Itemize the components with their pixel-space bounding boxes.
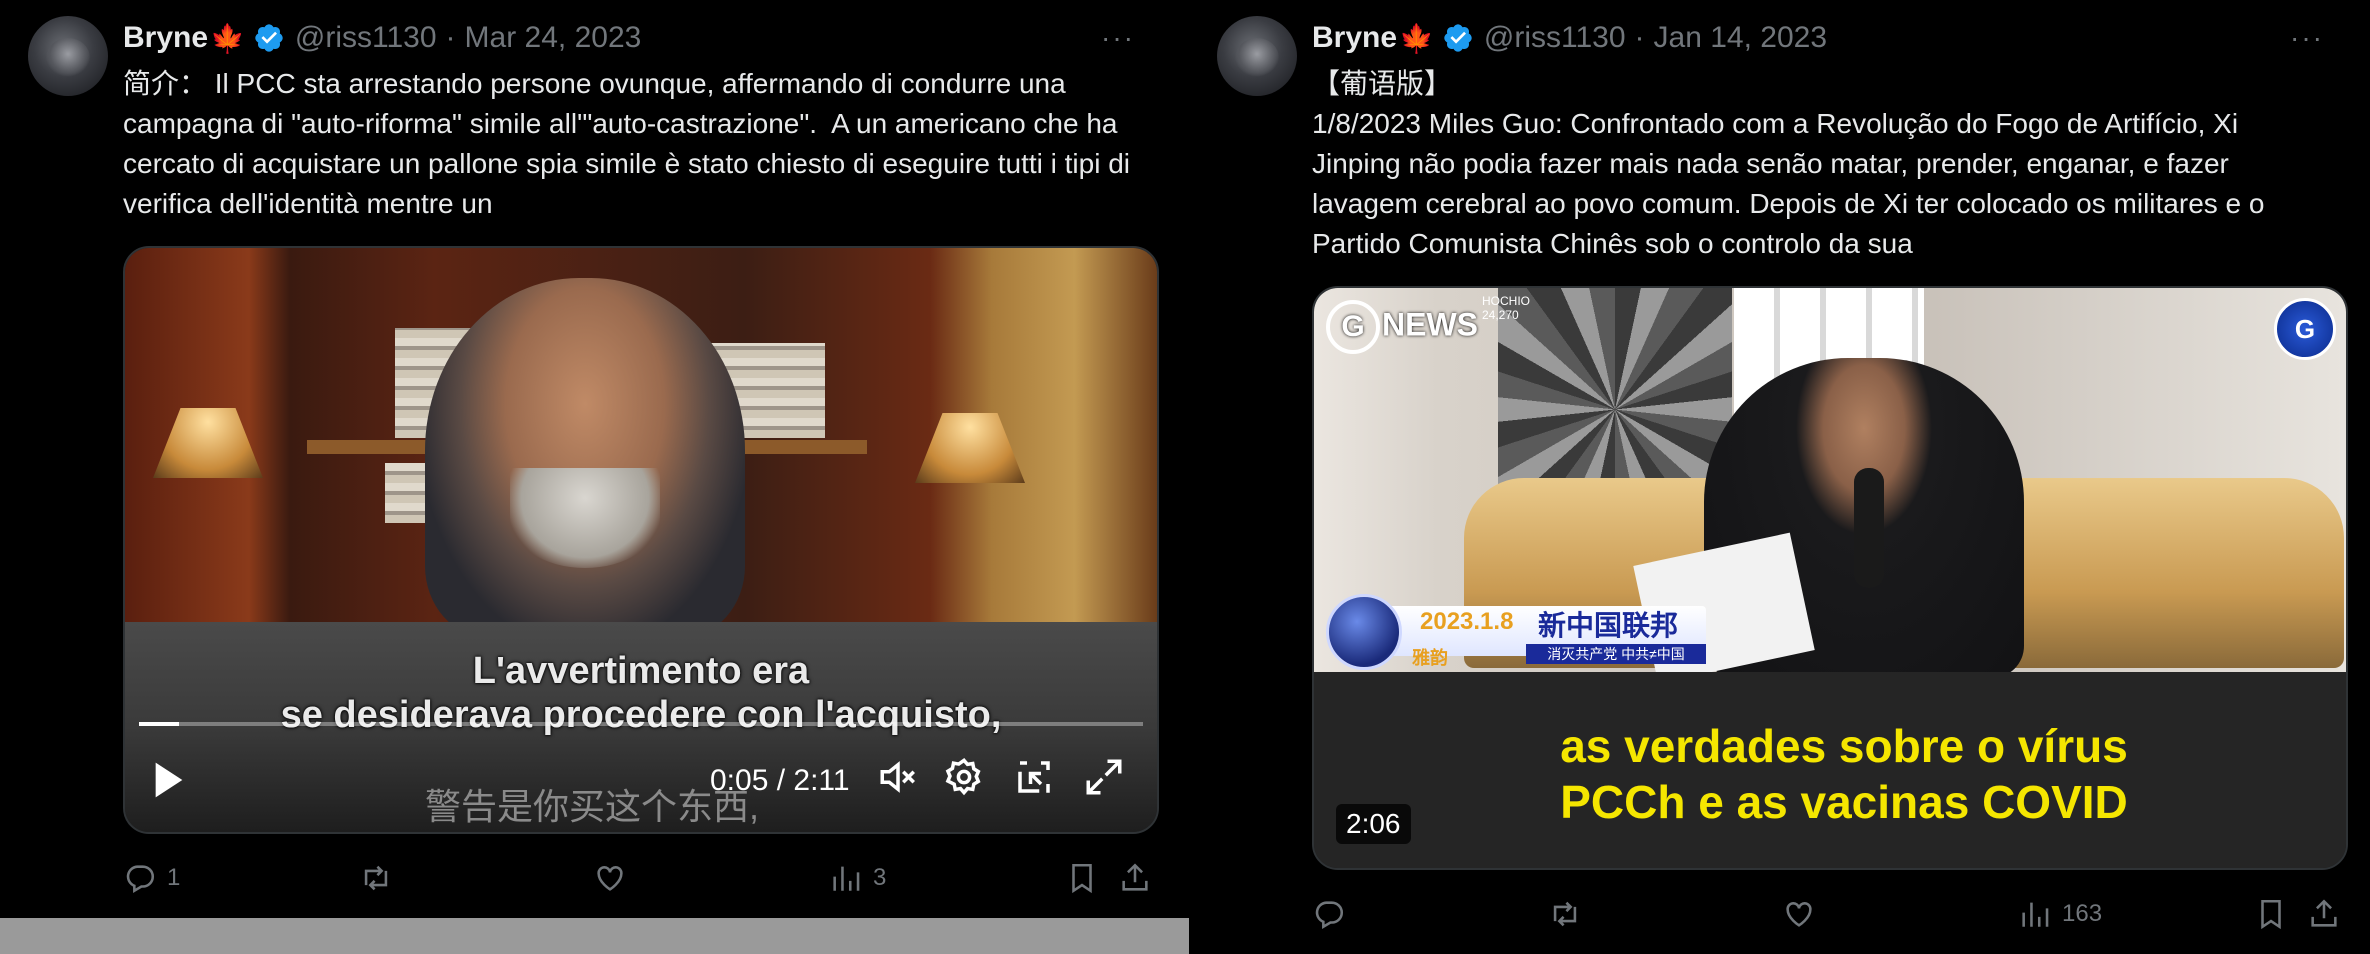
author-avatar[interactable]: [1217, 16, 1297, 96]
tweet-actions: 163: [1312, 894, 2339, 934]
video-player[interactable]: G NEWS HOCHIO 24,270 G 2023.1.8 新中国联邦 雅韵 …: [1312, 286, 2348, 870]
gnews-logo: G NEWS: [1326, 300, 1478, 354]
views-icon: [2022, 902, 2049, 927]
share-button[interactable]: [2307, 897, 2341, 931]
channel-badge-icon: G: [2274, 298, 2336, 360]
subtitle-line-1: L'avvertimento era: [472, 650, 810, 692]
subtitle-line-2: se desiderava procedere con l'acquisto,: [280, 694, 1002, 736]
bookmark-button[interactable]: [2254, 897, 2288, 931]
more-options-icon[interactable]: ···: [2287, 22, 2327, 53]
video-progress-bar[interactable]: [139, 722, 1143, 726]
tweet-date[interactable]: Jan 14, 2023: [1654, 21, 1827, 55]
lamp: [153, 408, 263, 478]
views-button[interactable]: 163: [2018, 897, 2102, 931]
retweet-button[interactable]: [359, 861, 393, 895]
tweet-header: Bryne 🍁 @riss1130 · Mar 24, 2023: [123, 18, 641, 58]
view-count: 3: [873, 864, 887, 891]
banner-title: 新中国联邦: [1538, 610, 1679, 641]
video-duration: 2:06: [1336, 804, 1411, 844]
tweet-header: Bryne 🍁 @riss1130 · Jan 14, 2023: [1312, 18, 1827, 58]
banner-tag: 雅韵: [1412, 648, 1448, 668]
divider-bar: [0, 918, 1189, 954]
view-count: 163: [2062, 900, 2103, 927]
share-icon: [1122, 863, 1148, 891]
share-icon: [2311, 899, 2337, 927]
heart-icon: [1786, 902, 1812, 927]
heart-icon: [597, 866, 623, 891]
tweet-text: 【葡语版】 1/8/2023 Miles Guo: Confrontado co…: [1312, 68, 2265, 259]
globe-icon: [1326, 594, 1402, 670]
separator-dot: ·: [1634, 21, 1645, 54]
author-name[interactable]: Bryne: [1312, 21, 1397, 55]
video-time: 0:05 / 2:11: [710, 764, 850, 797]
settings-icon[interactable]: [943, 756, 985, 798]
views-button[interactable]: 3: [829, 861, 886, 895]
maple-leaf-icon: 🍁: [210, 22, 245, 54]
like-button[interactable]: [1782, 897, 1816, 931]
verified-badge-icon[interactable]: [253, 22, 285, 54]
author-handle[interactable]: @riss1130: [295, 21, 437, 55]
fullscreen-icon[interactable]: [1083, 756, 1125, 798]
speaker: [425, 278, 745, 638]
speaker-beard: [510, 468, 660, 568]
retweet-button[interactable]: [1548, 897, 1582, 931]
reply-count: 1: [167, 864, 181, 891]
share-button[interactable]: [1118, 861, 1152, 895]
subtitle-text: as verdades sobre o vírus PCCh e as vaci…: [1560, 720, 2128, 828]
banner-subtitle: 消灭共产党 中共≠中国: [1526, 644, 1706, 664]
mute-icon[interactable]: [877, 756, 919, 798]
news-banner: 2023.1.8 新中国联邦 雅韵 消灭共产党 中共≠中国: [1326, 594, 1706, 670]
like-button[interactable]: [593, 861, 627, 895]
separator-dot: ·: [445, 21, 456, 54]
maple-leaf-icon: 🍁: [1399, 22, 1434, 54]
reply-icon: [126, 865, 155, 894]
verified-badge-icon[interactable]: [1442, 22, 1474, 54]
bookmark-icon: [2261, 899, 2281, 930]
bookmark-icon: [1072, 863, 1092, 894]
banner-date: 2023.1.8: [1420, 608, 1514, 635]
video-frame: [125, 248, 1157, 638]
video-player[interactable]: L'avvertimento era se desiderava procede…: [123, 246, 1159, 834]
reply-button[interactable]: 1: [123, 861, 180, 895]
reply-button[interactable]: [1312, 897, 1346, 931]
microphone: [1854, 468, 1884, 588]
author-handle[interactable]: @riss1130: [1484, 21, 1626, 55]
retweet-icon: [364, 865, 388, 891]
tweet-date[interactable]: Mar 24, 2023: [465, 21, 642, 55]
retweet-icon: [1553, 901, 1577, 927]
bookmark-button[interactable]: [1065, 861, 1099, 895]
reply-icon: [1315, 901, 1344, 930]
overlay-counter: HOCHIO 24,270: [1482, 294, 1530, 322]
play-icon[interactable]: [153, 760, 185, 800]
tweet-text: 简介： Il PCC sta arrestando persone ovunqu…: [123, 68, 1138, 219]
views-icon: [833, 866, 860, 891]
more-options-icon[interactable]: ···: [1098, 22, 1138, 53]
author-name[interactable]: Bryne: [123, 21, 208, 55]
tweet-actions: 1 3: [123, 858, 1150, 898]
subtitle-chinese: 警告是你买这个东西,: [425, 786, 760, 827]
pip-icon[interactable]: [1013, 756, 1055, 798]
tweet-2: Bryne 🍁 @riss1130 · Jan 14, 2023 ··· 【葡语…: [1189, 0, 2359, 954]
tweet-1: Bryne 🍁 @riss1130 · Mar 24, 2023 ··· 简介：…: [0, 0, 1189, 954]
author-avatar[interactable]: [28, 16, 108, 96]
lamp: [915, 413, 1025, 483]
progress-fill: [139, 722, 180, 726]
